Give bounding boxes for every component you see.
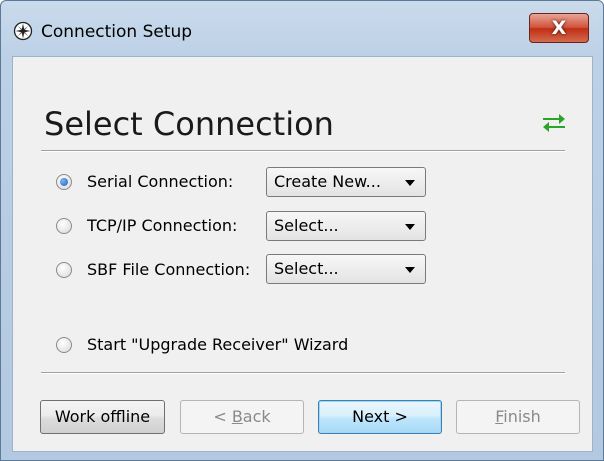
upgrade-wizard-radio[interactable] <box>56 337 72 353</box>
chevron-down-icon <box>405 224 415 230</box>
finish-button[interactable]: Finish <box>456 400 580 434</box>
page-title: Select Connection <box>44 105 334 143</box>
work-offline-button[interactable]: Work offline <box>40 400 165 434</box>
compass-rose-icon <box>13 21 33 41</box>
back-button[interactable]: < Back <box>180 400 304 434</box>
next-button[interactable]: Next > <box>318 400 442 434</box>
window-title: Connection Setup <box>41 22 193 42</box>
back-prefix: < <box>213 407 232 426</box>
title-bar[interactable]: Connection Setup X <box>1 1 603 61</box>
tcpip-connection-label[interactable]: TCP/IP Connection: <box>87 216 237 236</box>
sbf-file-connection-combo[interactable]: Select... <box>266 254 426 284</box>
finish-rest: inish <box>503 407 541 426</box>
serial-connection-radio[interactable] <box>56 174 72 190</box>
sbf-file-connection-label[interactable]: SBF File Connection: <box>87 260 250 280</box>
serial-connection-label[interactable]: Serial Connection: <box>87 172 233 192</box>
chevron-down-icon <box>405 267 415 273</box>
sbf-file-connection-radio[interactable] <box>56 262 72 278</box>
sbf-file-connection-combo-value: Select... <box>274 259 339 278</box>
serial-connection-combo[interactable]: Create New... <box>266 167 426 197</box>
upgrade-wizard-label[interactable]: Start "Upgrade Receiver" Wizard <box>87 335 348 355</box>
back-rest: ack <box>242 407 271 426</box>
next-label: Next > <box>352 407 408 426</box>
tcpip-connection-combo-value: Select... <box>274 216 339 235</box>
swap-arrows-icon <box>543 114 565 132</box>
work-offline-label: Work offline <box>54 407 151 426</box>
close-icon: X <box>551 17 567 39</box>
serial-connection-combo-value: Create New... <box>274 172 381 191</box>
bottom-divider <box>41 372 565 374</box>
back-mnemonic: B <box>231 407 243 426</box>
chevron-down-icon <box>405 180 415 186</box>
top-divider <box>41 150 565 152</box>
close-button[interactable]: X <box>529 13 589 43</box>
tcpip-connection-combo[interactable]: Select... <box>266 211 426 241</box>
tcpip-connection-radio[interactable] <box>56 218 72 234</box>
